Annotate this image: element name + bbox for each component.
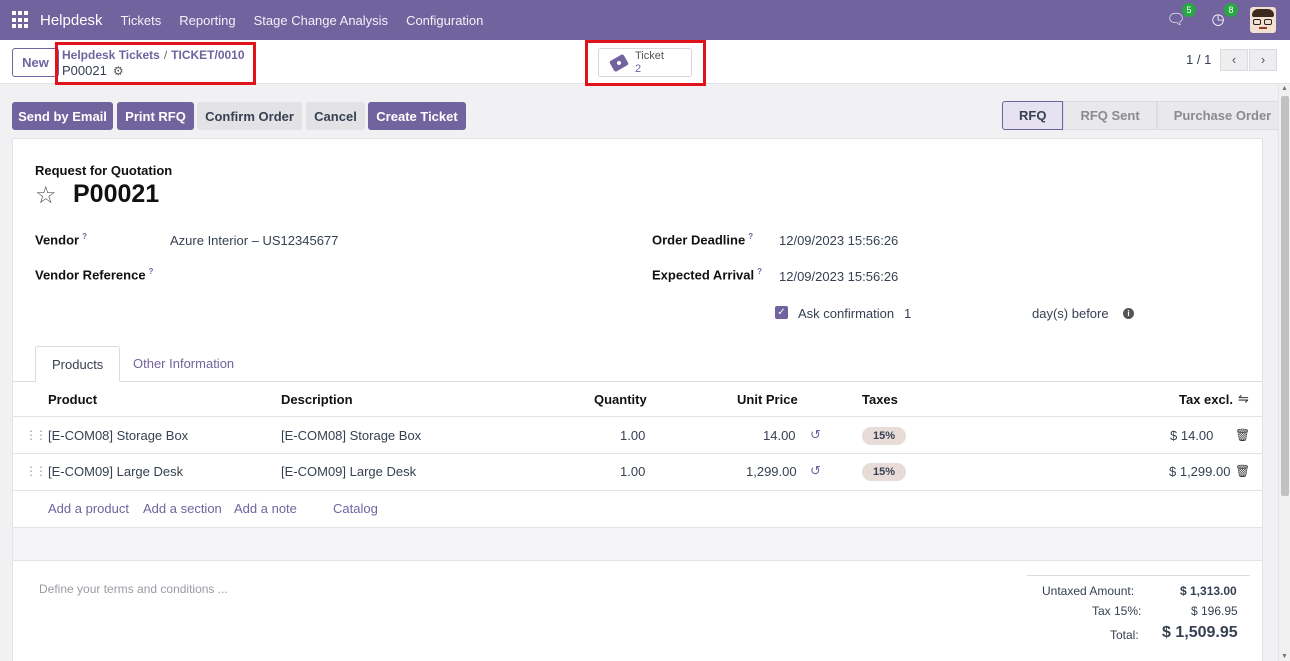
tab-divider [13, 381, 1262, 382]
tax-badge[interactable]: 15% [862, 463, 906, 481]
row-divider [13, 453, 1262, 454]
delete-row-icon[interactable]: 🗑 [1235, 428, 1250, 442]
terms-conditions-field[interactable]: Define your terms and conditions ... [39, 582, 228, 596]
row-unit-price[interactable]: 14.00 [763, 428, 796, 443]
table-footer-band [13, 527, 1262, 561]
star-icon[interactable]: ☆ [35, 181, 57, 210]
create-ticket-button[interactable]: Create Ticket [368, 102, 466, 130]
stage-rfq[interactable]: RFQ [1002, 101, 1064, 130]
tax-value: $ 196.95 [1191, 604, 1238, 618]
ask-confirmation-checkbox[interactable]: ✓ [775, 306, 788, 319]
document-type-label: Request for Quotation [35, 163, 173, 178]
status-bar: RFQ RFQ Sent Purchase Order [1002, 101, 1289, 130]
pager-next-button[interactable]: › [1249, 49, 1277, 71]
reset-price-icon[interactable]: ↺ [810, 427, 821, 443]
vendor-reference-field[interactable] [170, 267, 470, 283]
col-header-unit-price[interactable]: Unit Price [737, 392, 798, 407]
print-rfq-button[interactable]: Print RFQ [117, 102, 194, 130]
scroll-up-icon[interactable]: ▲ [1281, 85, 1288, 92]
tab-other-information[interactable]: Other Information [117, 346, 250, 382]
top-navbar: Helpdesk Tickets Reporting Stage Change … [0, 0, 1290, 40]
row-description[interactable]: [E-COM09] Large Desk [281, 464, 416, 479]
confirm-order-button[interactable]: Confirm Order [197, 102, 302, 130]
order-deadline-label: Order Deadline? [652, 232, 754, 248]
expected-arrival-label: Expected Arrival? [652, 267, 763, 283]
scroll-down-icon[interactable]: ▼ [1281, 653, 1288, 660]
row-description[interactable]: [E-COM08] Storage Box [281, 428, 421, 443]
ask-confirmation-days-field[interactable]: 1 [904, 306, 911, 321]
table-header-divider [13, 416, 1262, 417]
cancel-button[interactable]: Cancel [306, 102, 365, 130]
app-brand[interactable]: Helpdesk [40, 12, 103, 29]
optional-columns-icon[interactable]: ⇋ [1238, 391, 1249, 407]
ask-confirmation-label: Ask confirmation [798, 306, 895, 321]
stage-purchase-order[interactable]: Purchase Order [1156, 101, 1289, 130]
control-panel: New Helpdesk Tickets / TICKET/0010 P00021 … [0, 40, 1290, 86]
vendor-label: Vendor? [35, 232, 87, 248]
col-header-tax-excl[interactable]: Tax excl. [1179, 392, 1233, 407]
order-deadline-field[interactable]: 12/09/2023 15:56:26 [779, 233, 898, 248]
total-label: Total: [1110, 628, 1139, 642]
scroll-thumb[interactable] [1281, 96, 1289, 496]
row-quantity[interactable]: 1.00 [620, 464, 645, 479]
form-sheet: Request for Quotation ☆ P00021 Vendor? A… [12, 138, 1263, 661]
tab-products[interactable]: Products [35, 346, 121, 382]
totals-divider [1027, 575, 1250, 576]
row-quantity[interactable]: 1.00 [620, 428, 645, 443]
row-unit-price[interactable]: 1,299.00 [746, 464, 797, 479]
tax-label: Tax 15%: [1092, 604, 1142, 618]
untaxed-amount-value: $ 1,313.00 [1180, 584, 1237, 598]
catalog-link[interactable]: Catalog [333, 501, 378, 516]
user-avatar[interactable] [1250, 7, 1276, 33]
row-product[interactable]: [E-COM09] Large Desk [48, 464, 183, 479]
untaxed-amount-label: Untaxed Amount: [1042, 584, 1135, 598]
activity-clock-icon[interactable]: ◷ 8 [1208, 3, 1238, 30]
row-product[interactable]: [E-COM08] Storage Box [48, 428, 188, 443]
page-scrollbar[interactable]: ▲ ▼ [1278, 84, 1290, 661]
add-product-link[interactable]: Add a product [48, 501, 129, 516]
delete-row-icon[interactable]: 🗑 [1235, 464, 1250, 478]
menu-stage-change-analysis[interactable]: Stage Change Analysis [254, 13, 388, 28]
activity-count-badge: 8 [1224, 3, 1238, 17]
drag-handle-icon[interactable]: ⋮⋮ [25, 428, 47, 442]
vendor-field[interactable]: Azure Interior – US12345677 [170, 233, 338, 248]
reset-price-icon[interactable]: ↺ [810, 463, 821, 479]
drag-handle-icon[interactable]: ⋮⋮ [25, 464, 47, 478]
menu-tickets[interactable]: Tickets [121, 13, 162, 28]
add-section-link[interactable]: Add a section [143, 501, 222, 516]
chat-icon[interactable]: 🗨 5 [1166, 3, 1196, 30]
row-subtotal: $ 1,299.00 [1169, 464, 1231, 479]
row-divider [13, 490, 1262, 491]
new-button[interactable]: New [12, 48, 59, 77]
row-subtotal: $ 14.00 [1170, 428, 1214, 443]
col-header-quantity[interactable]: Quantity [594, 392, 647, 407]
info-icon[interactable]: i [1123, 308, 1134, 319]
menu-reporting[interactable]: Reporting [179, 13, 235, 28]
send-by-email-button[interactable]: Send by Email [12, 102, 113, 130]
col-header-taxes[interactable]: Taxes [862, 392, 898, 407]
col-header-description[interactable]: Description [281, 392, 353, 407]
tax-badge[interactable]: 15% [862, 427, 906, 445]
document-title: P00021 [73, 180, 160, 208]
stage-rfq-sent[interactable]: RFQ Sent [1063, 101, 1157, 130]
apps-menu-icon[interactable] [12, 11, 30, 29]
days-before-label: day(s) before [1032, 306, 1109, 321]
menu-configuration[interactable]: Configuration [406, 13, 483, 28]
expected-arrival-field[interactable]: 12/09/2023 15:56:26 [779, 269, 898, 284]
vendor-reference-label: Vendor Reference? [35, 267, 154, 283]
pager-value[interactable]: 1 / 1 [1186, 52, 1211, 67]
highlight-box-ticket [585, 40, 706, 86]
total-value: $ 1,509.95 [1162, 624, 1238, 641]
pager-previous-button[interactable]: ‹ [1220, 49, 1248, 71]
col-header-product[interactable]: Product [48, 392, 97, 407]
add-note-link[interactable]: Add a note [234, 501, 297, 516]
highlight-box-breadcrumb [55, 42, 256, 85]
chat-count-badge: 5 [1182, 3, 1196, 17]
